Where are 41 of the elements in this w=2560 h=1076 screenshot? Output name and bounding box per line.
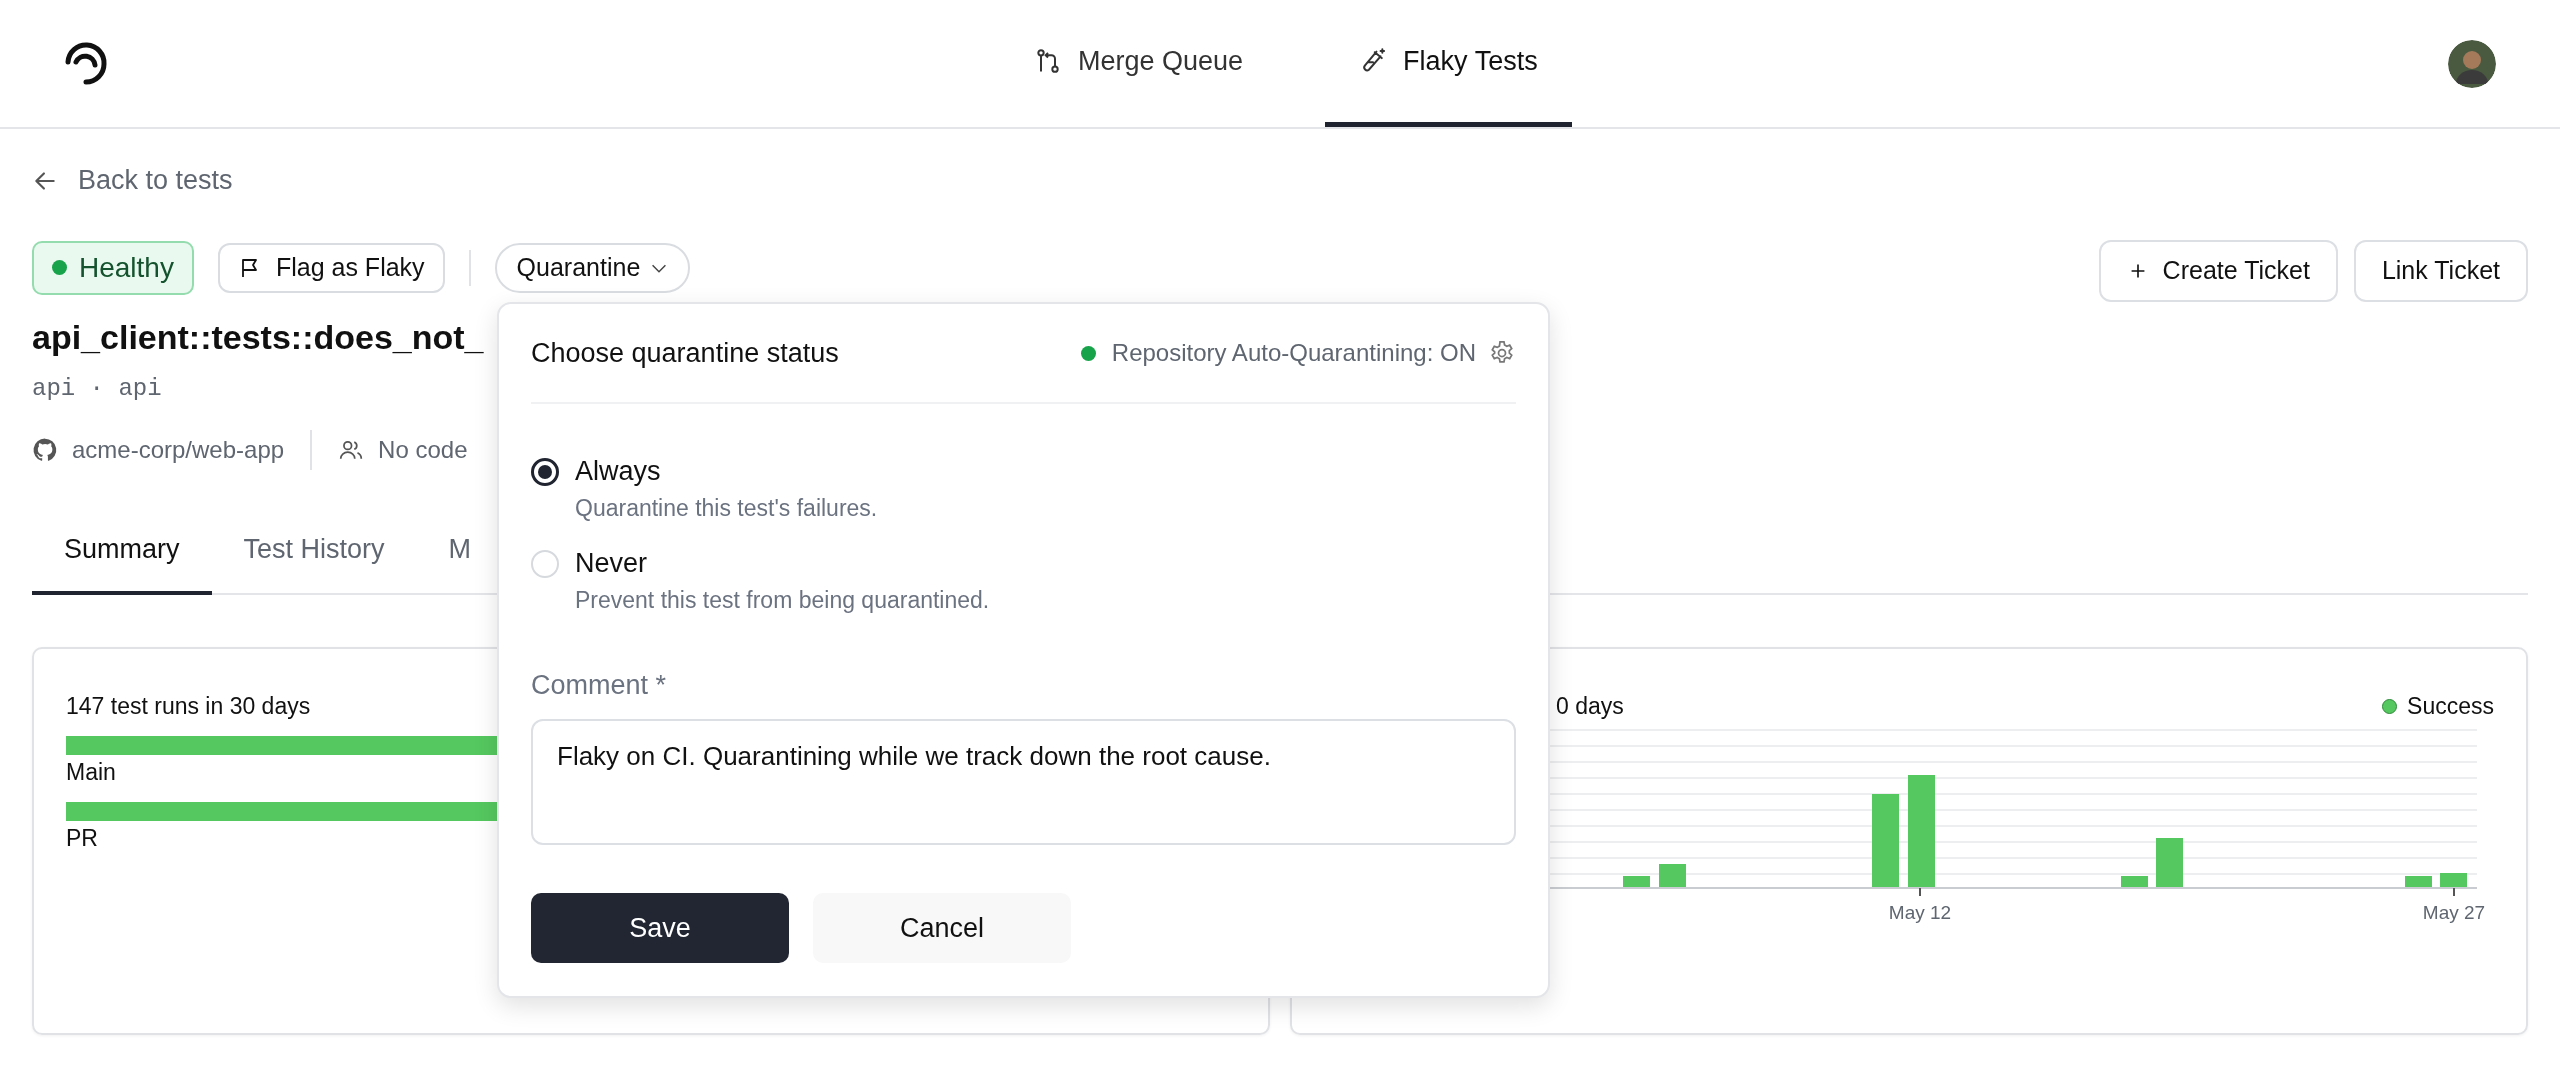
- branch-label: Main: [66, 758, 116, 786]
- chart-bar: [1659, 863, 1686, 888]
- back-link[interactable]: Back to tests: [32, 165, 233, 196]
- test-tags: api · api: [32, 374, 2528, 402]
- cancel-button[interactable]: Cancel: [813, 893, 1071, 963]
- card-title: 0 days: [1556, 692, 1624, 720]
- popover-title: Choose quarantine status: [531, 337, 840, 369]
- axis-label: May 12: [1888, 901, 1952, 924]
- option-description: Quarantine this test's failures.: [575, 495, 878, 522]
- quarantine-dropdown[interactable]: Quarantine: [494, 242, 691, 293]
- merge-icon: [1034, 47, 1062, 75]
- field-label: Comment *: [531, 670, 668, 701]
- option-label: Never: [575, 548, 649, 579]
- save-button[interactable]: Save: [531, 893, 789, 963]
- tab[interactable]: Test History: [211, 533, 417, 595]
- axis-label: May 27: [2422, 901, 2486, 924]
- chart-bar: [2121, 875, 2148, 888]
- repo-name[interactable]: acme-corp/web-app: [72, 435, 285, 464]
- option-description: Prevent this test from being quarantined.: [575, 587, 990, 614]
- card-title: 147 test runs in 30 days: [66, 692, 312, 720]
- chart-bar: [2156, 837, 2183, 888]
- chart-bar: [1623, 875, 1650, 888]
- status-badge: Healthy: [32, 240, 194, 295]
- nav-tab[interactable]: Flaky Tests: [1325, 0, 1572, 127]
- github-icon: [32, 436, 58, 463]
- flag-button[interactable]: Flag as Flaky: [217, 242, 445, 293]
- avatar[interactable]: [2448, 39, 2496, 88]
- code-owners: No code: [378, 435, 468, 464]
- option-label: Always: [575, 456, 662, 487]
- chart-bar: [2440, 872, 2467, 888]
- branch-label: PR: [66, 824, 98, 852]
- nav-tab[interactable]: Merge Queue: [1000, 0, 1278, 127]
- test-name: api_client::tests::does_not_: [32, 317, 484, 357]
- comment-field[interactable]: Flaky on CI. Quarantining while we track down the root cause.: [531, 719, 1516, 845]
- link-ticket-button[interactable]: Link Ticket: [2353, 239, 2528, 302]
- auto-quarantine-status: Repository Auto-Quarantining: ON: [1080, 339, 1476, 367]
- create-ticket-button[interactable]: Create Ticket: [2098, 239, 2338, 302]
- tab[interactable]: Summary: [32, 533, 212, 595]
- legend-item: Success: [2382, 692, 2494, 720]
- chart-bar: [2405, 875, 2432, 888]
- radio-button[interactable]: [531, 458, 559, 486]
